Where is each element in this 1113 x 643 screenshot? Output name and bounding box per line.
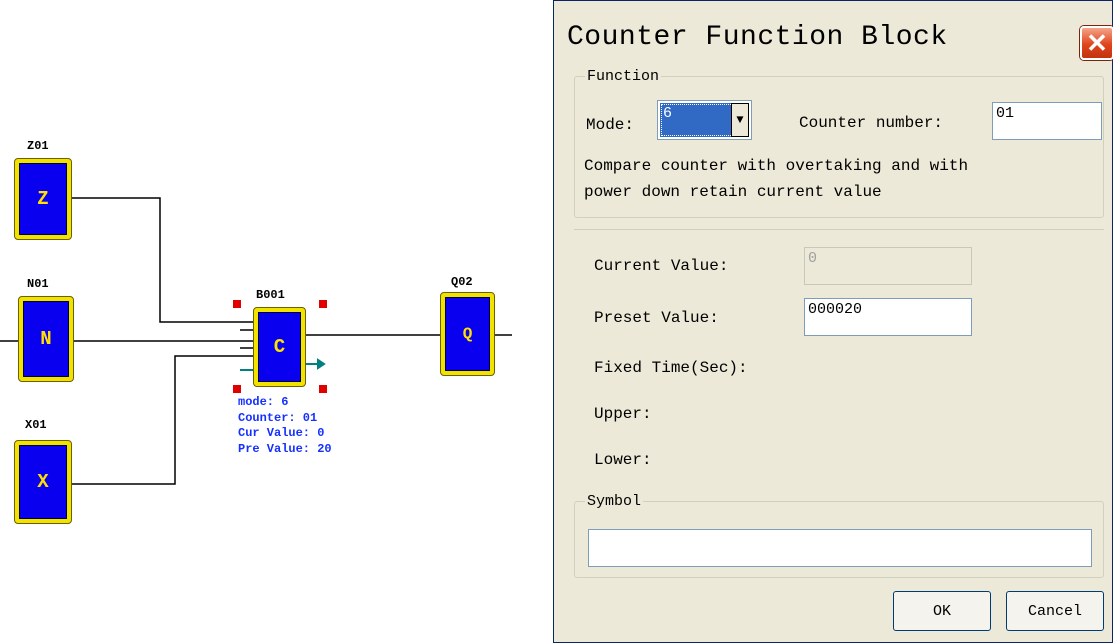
block-z01-body: Z [19,163,67,235]
block-label-n01: N01 [27,277,49,291]
resize-handle-top-right[interactable] [319,300,327,308]
function-group-legend: Function [587,68,660,85]
output-arrow-icon [306,358,326,370]
mode-label: Mode: [586,116,635,134]
counter-info-counter: Counter: 01 [238,410,318,425]
cancel-button[interactable]: Cancel [1006,591,1104,631]
ok-button[interactable]: OK [893,591,991,631]
ladder-canvas[interactable]: Z01 Z N01 N X01 X B001 C mode: 6 Counter… [0,0,552,643]
counter-number-label: Counter number: [799,114,944,132]
block-x01-letter: X [37,471,49,493]
resize-handle-bottom-left[interactable] [233,385,241,393]
counter-info-pre-value: Pre Value: 20 [238,441,332,456]
block-b001-body: C [258,312,301,382]
preset-value-field[interactable]: 000020 [804,298,972,336]
block-n01-letter: N [40,328,52,350]
fixed-time-label: Fixed Time(Sec): [594,359,748,377]
counter-info-cur-value: Cur Value: 0 [238,426,325,440]
mode-description-line2: power down retain current value [584,183,882,201]
block-q02[interactable]: Q [440,292,495,376]
mode-select[interactable]: 6 ▼ [657,100,752,140]
block-b001-letter: C [273,336,286,358]
symbol-field[interactable] [588,529,1092,567]
block-n01[interactable]: N [18,296,74,382]
current-value-field: 0 [804,247,972,285]
resize-handle-top-left[interactable] [233,300,241,308]
block-q02-letter: Q [462,325,473,343]
block-z01[interactable]: Z [14,158,72,240]
dialog-title: Counter Function Block [567,22,948,53]
mode-description-line1: Compare counter with overtaking and with [584,157,969,175]
block-x01-body: X [19,445,67,519]
counter-function-dialog: Counter Function Block ✕ Function Mode: … [553,0,1113,643]
mode-description: Compare counter with overtaking and with… [584,153,968,205]
counter-number-field[interactable]: 01 [992,102,1102,140]
block-label-q02: Q02 [451,275,473,289]
symbol-group-legend: Symbol [587,493,642,510]
block-label-b001: B001 [256,288,285,302]
block-x01[interactable]: X [14,440,72,524]
chevron-down-icon[interactable]: ▼ [731,103,749,137]
close-button[interactable]: ✕ [1080,26,1113,60]
preset-value-label: Preset Value: [594,309,719,327]
wire-x01-b001 [72,355,253,485]
block-label-x01: X01 [25,418,47,432]
wire-z01-b001 [72,197,253,323]
lower-label: Lower: [594,451,652,469]
upper-label: Upper: [594,405,652,423]
block-b001[interactable]: C [253,307,306,387]
block-z01-letter: Z [37,188,49,210]
counter-info: mode: 6 Counter: 01 Cur Value: 0 Pre Val… [238,395,332,457]
counter-info-mode: mode: 6 [238,395,289,409]
divider [574,229,1104,230]
mode-select-value: 6 [660,103,734,137]
dialog-titlebar[interactable]: Counter Function Block ✕ [554,1,1113,67]
block-n01-body: N [23,301,69,377]
current-value-label: Current Value: [594,257,729,275]
close-icon: ✕ [1086,28,1108,58]
block-q02-body: Q [445,297,490,371]
resize-handle-bottom-right[interactable] [319,385,327,393]
block-label-z01: Z01 [27,139,49,153]
